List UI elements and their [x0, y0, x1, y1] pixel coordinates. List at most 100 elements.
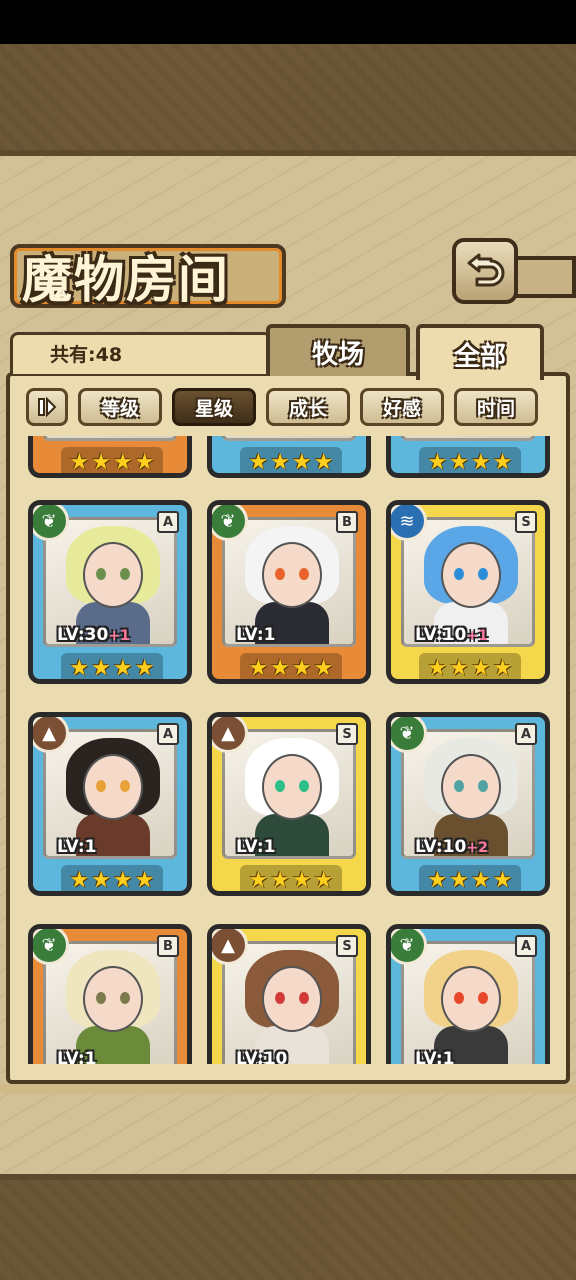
sort-affection-button[interactable]: 好感 — [360, 388, 444, 426]
monster-level: LV:30+1 — [57, 625, 130, 645]
sort-order-button[interactable] — [26, 388, 68, 426]
monster-portrait — [222, 436, 356, 441]
monster-card[interactable]: ❦ALV:1★★★★ — [386, 924, 550, 1064]
panel-footer-trim — [0, 1084, 576, 1094]
monster-eye — [299, 568, 309, 580]
monster-card[interactable]: ❦ A LV:30+1 ★ ★ ★ ★ — [28, 500, 192, 684]
monster-card[interactable]: ▲ S LV:1 ★ ★ ★ ★ — [207, 712, 371, 896]
star-icon: ★ — [313, 867, 334, 893]
star-icon: ★ — [292, 867, 312, 893]
sort-level-button[interactable]: 等级 — [78, 388, 162, 426]
sort-stars-button[interactable]: 星级 — [172, 388, 256, 426]
monster-face — [262, 542, 322, 608]
monster-card[interactable]: ★ ★ ★ ★ — [207, 436, 371, 478]
monster-level-bonus: +1 — [466, 628, 488, 644]
monster-level: LV:1 — [57, 837, 97, 857]
monster-eye — [120, 992, 130, 1004]
monster-card[interactable]: ❦BLV:1★★★★ — [207, 500, 371, 684]
monster-level-value: LV:1 — [57, 1049, 97, 1064]
monster-grid[interactable]: ★ ★ ★ ★ ★ ★ ★ ★ ★ ★ ★ ★ ❦ A LV:30+1 ★ ★ ★ ★ ❦ B LV:1 ★ ★ ★ ★ ≋ S LV:… — [16, 436, 560, 1064]
sort-time-label: 时间 — [476, 397, 515, 420]
star-icon: ★ — [134, 867, 155, 893]
water-element-icon: ≋ — [391, 505, 427, 541]
tab-all[interactable]: 全部 — [416, 324, 544, 380]
star-icon: ★ — [69, 867, 90, 893]
star-icon: ★ — [91, 867, 111, 893]
sort-stars-label: 星级 — [194, 397, 233, 420]
monster-level-value: LV:10 — [415, 625, 467, 645]
monster-eye — [96, 568, 106, 580]
star-icon: ★ — [69, 655, 90, 681]
star-icon: ★ — [113, 867, 133, 893]
sort-growth-button[interactable]: 成长 — [266, 388, 350, 426]
monster-face — [83, 754, 143, 820]
star-icon: ★ — [313, 449, 334, 475]
monster-face — [441, 966, 501, 1032]
pause-icon — [38, 396, 57, 418]
return-arrow-icon — [467, 253, 505, 287]
monster-face — [262, 754, 322, 820]
monster-face — [83, 966, 143, 1032]
monster-portrait — [401, 436, 535, 441]
star-icon: ★ — [292, 449, 312, 475]
star-icon: ★ — [134, 655, 155, 681]
star-icon: ★ — [292, 655, 312, 681]
star-rating: ★ ★ ★ ★ — [419, 653, 521, 681]
star-rating: ★ ★ ★ ★ — [61, 865, 163, 893]
star-icon: ★ — [134, 449, 155, 475]
page-title: 魔物房间 — [22, 250, 230, 309]
monster-card[interactable]: ▲ A LV:1 ★ ★ ★ ★ — [28, 712, 192, 896]
monster-face — [262, 966, 322, 1032]
monster-level-value: LV:10 — [236, 1049, 288, 1064]
monster-eye — [454, 992, 464, 1004]
monster-portrait — [401, 941, 535, 1064]
star-icon: ★ — [248, 655, 269, 681]
star-icon: ★ — [248, 449, 269, 475]
star-icon: ★ — [449, 655, 469, 681]
monster-card[interactable]: ▲SLV:10★★★★ — [207, 924, 371, 1064]
rank-badge: A — [515, 935, 537, 957]
rank-badge: A — [515, 723, 537, 745]
monster-card[interactable]: ❦ A LV:10+2 ★ ★ ★ ★ — [386, 712, 550, 896]
monster-eye — [478, 568, 488, 580]
monster-level: LV:1 — [415, 1049, 455, 1064]
star-icon: ★ — [270, 867, 290, 893]
monster-eye — [275, 568, 285, 580]
star-rating: ★ ★ ★ ★ — [419, 447, 521, 475]
earth-element-icon: ▲ — [212, 929, 248, 965]
monster-level: LV:1 — [236, 837, 276, 857]
star-icon: ★ — [248, 867, 269, 893]
back-button[interactable] — [452, 238, 518, 304]
star-icon: ★ — [492, 867, 513, 893]
rank-badge: B — [157, 935, 179, 957]
sort-time-button[interactable]: 时间 — [454, 388, 538, 426]
monster-card[interactable]: ≋ S LV:10+1 ★ ★ ★ ★ — [386, 500, 550, 684]
monster-card[interactable]: ★ ★ ★ ★ — [28, 436, 192, 478]
star-icon: ★ — [427, 449, 448, 475]
monster-eye — [120, 780, 130, 792]
star-rating: ★ ★ ★ ★ — [419, 865, 521, 893]
monster-level-bonus: +2 — [466, 840, 488, 856]
monster-count: 共有:48 — [50, 344, 123, 366]
monster-card[interactable]: ★ ★ ★ ★ — [386, 436, 550, 478]
star-icon: ★ — [69, 449, 90, 475]
monster-card[interactable]: ❦BLV:1★★★★ — [28, 924, 192, 1064]
monster-level-bonus: +1 — [108, 628, 130, 644]
monster-level-value: LV:1 — [236, 625, 276, 645]
star-icon: ★ — [113, 449, 133, 475]
leaf-element-icon: ❦ — [33, 929, 69, 965]
rank-badge: B — [336, 511, 358, 533]
monster-level-value: LV:1 — [236, 837, 276, 857]
monster-portrait — [43, 941, 177, 1064]
monster-face — [441, 754, 501, 820]
monster-face — [441, 542, 501, 608]
tab-ranch[interactable]: 牧场 — [266, 324, 410, 376]
star-icon: ★ — [313, 655, 334, 681]
monster-eye — [96, 992, 106, 1004]
monster-eye — [454, 568, 464, 580]
leaf-element-icon: ❦ — [33, 505, 69, 541]
monster-level: LV:10+1 — [415, 625, 488, 645]
leaf-element-icon: ❦ — [391, 717, 427, 753]
star-icon: ★ — [492, 655, 513, 681]
star-icon: ★ — [427, 867, 448, 893]
